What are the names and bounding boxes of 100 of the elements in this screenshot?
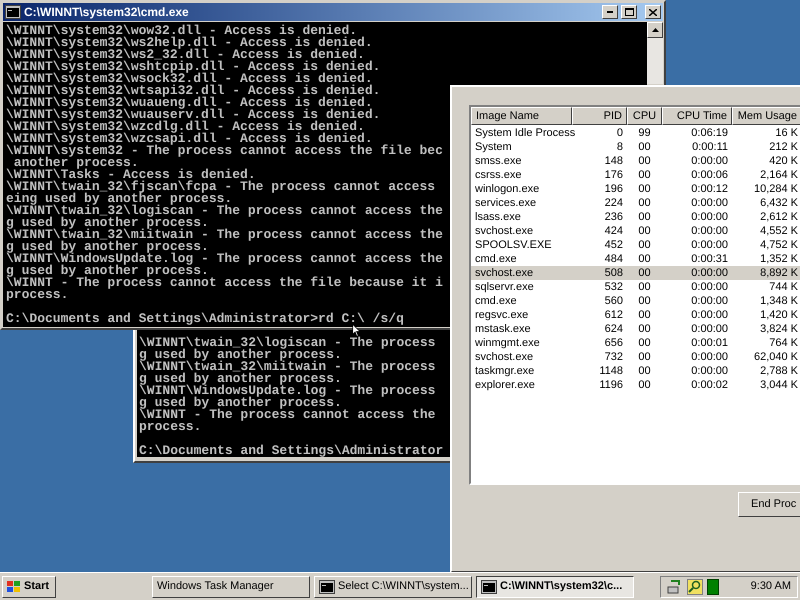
table-cell-text: 508 xyxy=(604,266,624,280)
column-header[interactable]: CPU xyxy=(627,107,662,125)
scroll-up-button[interactable] xyxy=(647,22,663,38)
table-cell-text: sqlservr.exe xyxy=(474,280,535,294)
taskbar-button[interactable]: Select C:\WINNT\system... xyxy=(314,576,472,598)
table-cell-text: 00 xyxy=(637,210,652,224)
process-row[interactable]: mstask.exe 624 00 0:00:00 3,824 K xyxy=(471,322,800,336)
process-row[interactable]: System 8 00 0:00:11 212 K xyxy=(471,140,800,154)
table-cell-text: 0:00:00 xyxy=(690,294,729,308)
table-cell-text: 196 xyxy=(604,182,624,196)
table-cell-text: 0:00:00 xyxy=(690,322,729,336)
table-cell-text: 00 xyxy=(637,154,652,168)
table-cell-text: 764 K xyxy=(768,336,799,350)
table-cell-text: 1,420 K xyxy=(759,308,799,322)
process-row[interactable]: cmd.exe 484 00 0:00:31 1,352 K xyxy=(471,252,800,266)
table-cell-text: 00 xyxy=(637,238,652,252)
column-header[interactable]: CPU Time xyxy=(662,107,732,125)
console-icon xyxy=(481,580,497,594)
table-cell-text: 0:00:00 xyxy=(690,266,729,280)
table-cell-text: 00 xyxy=(637,364,652,378)
table-cell-text: System xyxy=(474,140,513,154)
console-line: g used by another process. xyxy=(6,241,209,253)
table-cell-text: 00 xyxy=(637,294,652,308)
process-row[interactable]: winlogon.exe 196 00 0:00:12 10,284 K xyxy=(471,182,800,196)
console-line: \WINNT\Tasks - Access is denied. xyxy=(6,169,256,181)
console-line: process. xyxy=(139,421,202,433)
process-row[interactable]: lsass.exe 236 00 0:00:00 2,612 K xyxy=(471,210,800,224)
taskbar-button[interactable]: C:\WINNT\system32\c... xyxy=(476,576,634,598)
close-button[interactable] xyxy=(645,5,661,19)
table-cell-text: winlogon.exe xyxy=(474,182,540,196)
table-cell-text: 3,824 K xyxy=(759,322,799,336)
minimize-button[interactable] xyxy=(602,5,618,19)
clock: 9:30 AM xyxy=(750,579,791,594)
column-header[interactable]: Image Name xyxy=(471,107,572,125)
table-cell-text: 0:00:31 xyxy=(690,252,729,266)
console-line: g used by another process. xyxy=(6,265,209,277)
console-line: \WINNT\system32\wtsapi32.dll - Access is denied. xyxy=(6,85,380,97)
table-cell-text: taskmgr.exe xyxy=(474,364,536,378)
table-cell-text: 00 xyxy=(637,196,652,210)
process-row[interactable]: svchost.exe 424 00 0:00:00 4,552 K xyxy=(471,224,800,238)
table-cell-text: 0:00:06 xyxy=(690,168,729,182)
table-cell-text: 0:00:00 xyxy=(690,308,729,322)
table-cell-text: 2,164 K xyxy=(759,168,799,182)
console-line: \WINNT\system32\wsock32.dll - Access is denied. xyxy=(6,73,373,85)
process-row[interactable]: svchost.exe 732 00 0:00:00 62,040 K xyxy=(471,350,800,364)
maximize-button[interactable] xyxy=(621,5,637,19)
process-row[interactable]: cmd.exe 560 00 0:00:00 1,348 K xyxy=(471,294,800,308)
table-cell-text: 744 K xyxy=(768,280,799,294)
console-line: \WINNT\system32 - The process cannot access the file bec xyxy=(6,145,443,157)
process-row[interactable]: smss.exe 148 00 0:00:00 420 K xyxy=(471,154,800,168)
close-icon xyxy=(649,8,657,16)
table-cell-text: 532 xyxy=(604,280,624,294)
end-process-button[interactable]: End Proc xyxy=(738,492,800,517)
scrollbar[interactable] xyxy=(647,22,663,84)
console-line: g used by another process. xyxy=(139,349,342,361)
table-cell-text: 16 K xyxy=(774,126,799,140)
table-cell-text: svchost.exe xyxy=(474,266,534,280)
table-cell-text: 176 xyxy=(604,168,624,182)
process-row[interactable]: System Idle Process 0 99 0:06:19 16 K xyxy=(471,126,800,140)
process-row[interactable]: regsvc.exe 612 00 0:00:00 1,420 K xyxy=(471,308,800,322)
process-row[interactable]: csrss.exe 176 00 0:00:06 2,164 K xyxy=(471,168,800,182)
table-cell-text: regsvc.exe xyxy=(474,308,530,322)
process-row[interactable]: sqlservr.exe 532 00 0:00:00 744 K xyxy=(471,280,800,294)
table-cell-text: svchost.exe xyxy=(474,350,534,364)
process-row[interactable]: winmgmt.exe 656 00 0:00:01 764 K xyxy=(471,336,800,350)
console-line: \WINNT\system32\ws2help.dll - Access is denied. xyxy=(6,37,373,49)
console-prompt: C:\Documents and Settings\Administrator xyxy=(139,445,444,457)
table-cell-text: 484 xyxy=(604,252,624,266)
console-line: g used by another process. xyxy=(6,217,209,229)
process-row[interactable]: taskmgr.exe 1148 00 0:00:00 2,788 K xyxy=(471,364,800,378)
process-row[interactable]: services.exe 224 00 0:00:00 6,432 K xyxy=(471,196,800,210)
table-cell-text: 0:06:19 xyxy=(690,126,729,140)
table-cell-text: 0:00:00 xyxy=(690,238,729,252)
table-cell-text: 624 xyxy=(604,322,624,336)
table-cell-text: 0:00:00 xyxy=(690,350,729,364)
network-icon xyxy=(667,578,683,594)
table-cell-text: 00 xyxy=(637,322,652,336)
table-cell-text: 8,892 K xyxy=(759,266,799,280)
table-cell-text: 00 xyxy=(637,140,652,154)
process-row[interactable]: SPOOLSV.EXE 452 00 0:00:00 4,752 K xyxy=(471,238,800,252)
table-cell-text: svchost.exe xyxy=(474,224,534,238)
column-header[interactable]: PID xyxy=(572,107,627,125)
table-cell-text: 00 xyxy=(637,350,652,364)
start-button[interactable]: Start xyxy=(2,576,56,598)
process-row[interactable]: explorer.exe 1196 00 0:00:02 3,044 K xyxy=(471,378,800,392)
table-cell-text: 00 xyxy=(637,378,652,392)
process-row[interactable]: svchost.exe 508 00 0:00:00 8,892 K xyxy=(471,266,800,280)
magnifier-icon xyxy=(687,578,703,594)
column-header[interactable]: Mem Usage xyxy=(732,107,800,125)
table-cell-text: 1196 xyxy=(598,378,624,392)
table-cell-text: 0:00:11 xyxy=(691,140,729,154)
console-prompt: C:\Documents and Settings\Administrator>rd C:\ /s/q xyxy=(6,313,404,325)
taskbar-button[interactable]: Windows Task Manager xyxy=(152,576,310,598)
table-cell-text: 452 xyxy=(604,238,624,252)
table-cell-text: 00 xyxy=(637,336,652,350)
console-icon xyxy=(5,5,21,19)
table-cell-text: 224 xyxy=(604,196,624,210)
console-line: \WINNT\twain_32\fjscan\fcpa - The process cannot access xyxy=(6,181,436,193)
table-cell-text: 424 xyxy=(604,224,624,238)
table-cell-text: cmd.exe xyxy=(474,294,518,308)
